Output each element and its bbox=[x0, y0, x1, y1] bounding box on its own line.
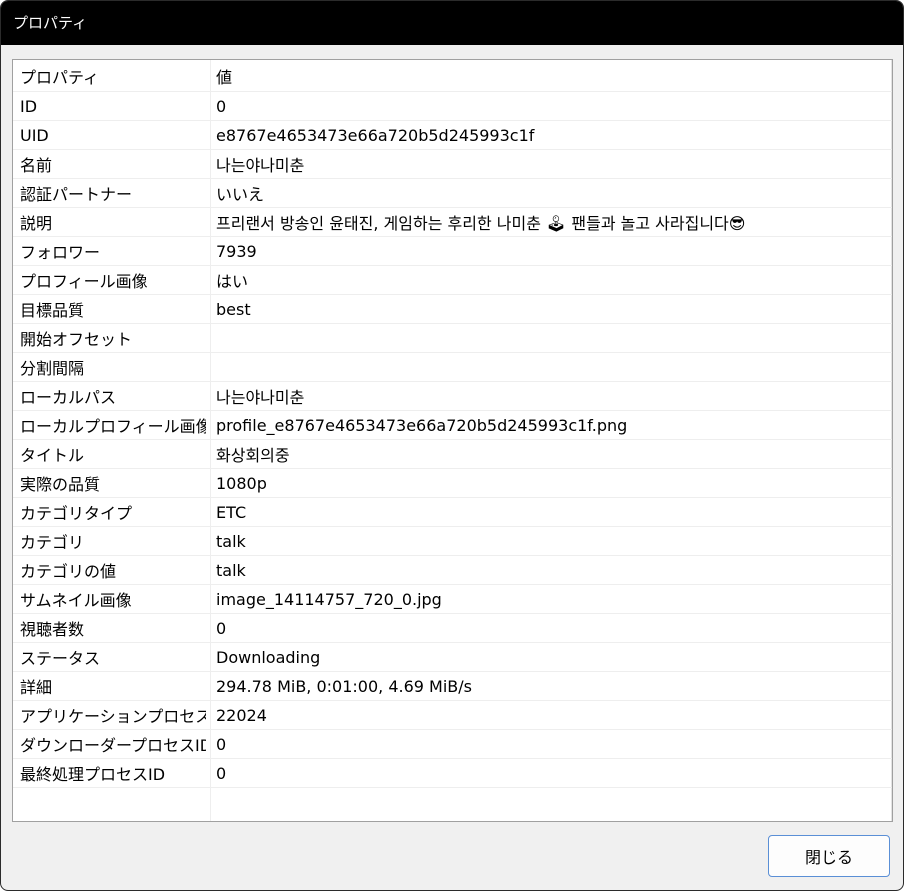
table-row[interactable]: カテゴリの値 talk bbox=[13, 556, 892, 585]
property-value: 7939 bbox=[216, 241, 257, 261]
table-row[interactable]: ID 0 bbox=[13, 92, 892, 121]
property-value: 화상회의중 bbox=[216, 446, 290, 465]
table-row[interactable]: 認証パートナー いいえ bbox=[13, 179, 892, 208]
table-row[interactable]: 説明 프리랜서 방송인 윤태진, 게임하는 후리한 나미춘 🕹 팬들과 놀고 사라… bbox=[13, 208, 892, 237]
property-name: 認証パートナー bbox=[20, 185, 133, 204]
property-name: 最終処理プロセスID bbox=[20, 765, 166, 784]
property-name: カテゴリの値 bbox=[20, 562, 117, 581]
property-value: 1080p bbox=[216, 473, 267, 493]
title-bar[interactable]: プロパティ bbox=[1, 1, 903, 45]
table-row[interactable]: タイトル 화상회의중 bbox=[13, 440, 892, 469]
property-name: 実際の品質 bbox=[20, 475, 101, 494]
property-name: サムネイル画像 bbox=[20, 591, 132, 610]
property-name: カテゴリ bbox=[20, 533, 85, 552]
table-row[interactable]: 名前 나는야나미춘 bbox=[13, 150, 892, 179]
property-name: ID bbox=[20, 96, 38, 116]
table-row[interactable]: 目標品質 best bbox=[13, 295, 892, 324]
table-row[interactable]: プロフィール画像 はい bbox=[13, 266, 892, 295]
property-value: 0 bbox=[216, 96, 227, 116]
property-name: 分割間隔 bbox=[20, 359, 85, 378]
property-value: profile_e8767e4653473e66a720b5d245993c1f… bbox=[216, 415, 628, 435]
property-value: 나는야나미춘 bbox=[216, 388, 305, 407]
table-row[interactable]: アプリケーションプロセスID 22024 bbox=[13, 701, 892, 730]
property-value: 프리랜서 방송인 윤태진, 게임하는 후리한 나미춘 🕹 팬들과 놀고 사라집니… bbox=[216, 214, 746, 233]
table-row[interactable]: ローカルパス 나는야나미춘 bbox=[13, 382, 892, 411]
property-value: いいえ bbox=[216, 185, 265, 204]
close-button[interactable]: 閉じる bbox=[768, 835, 890, 877]
property-name: 視聴者数 bbox=[20, 620, 85, 639]
property-value: image_14114757_720_0.jpg bbox=[216, 589, 442, 609]
table-row[interactable]: 開始オフセット bbox=[13, 324, 892, 353]
property-value: ETC bbox=[216, 502, 247, 522]
table-row[interactable]: UID e8767e4653473e66a720b5d245993c1f bbox=[13, 121, 892, 150]
property-name: UID bbox=[20, 125, 49, 145]
property-name: カテゴリタイプ bbox=[20, 504, 133, 523]
window-title: プロパティ bbox=[13, 14, 88, 32]
property-name: ローカルパス bbox=[20, 388, 117, 407]
property-value bbox=[216, 324, 886, 352]
properties-dialog: プロパティ プロパティ 値 ID 0 UID e8767e4653473e66a720… bbox=[0, 0, 904, 891]
property-value: はい bbox=[216, 272, 249, 291]
table-row[interactable]: 分割間隔 bbox=[13, 353, 892, 382]
table-row[interactable]: 最終処理プロセスID 0 bbox=[13, 759, 892, 788]
property-name: ダウンローダープロセスID bbox=[20, 736, 206, 755]
property-name: プロフィール画像 bbox=[20, 272, 148, 291]
property-name: タイトル bbox=[20, 446, 85, 465]
properties-grid[interactable]: プロパティ 値 ID 0 UID e8767e4653473e66a720b5d245… bbox=[12, 59, 893, 822]
property-value: 0 bbox=[216, 618, 227, 638]
property-name: 説明 bbox=[20, 214, 53, 233]
property-name: 詳細 bbox=[20, 678, 53, 697]
property-name: フォロワー bbox=[20, 243, 101, 262]
property-value: 0 bbox=[216, 734, 227, 754]
grid-header: プロパティ 値 bbox=[13, 60, 892, 92]
property-value: best bbox=[216, 299, 251, 319]
property-value: talk bbox=[216, 560, 246, 580]
grid-rows: ID 0 UID e8767e4653473e66a720b5d245993c1f 名前… bbox=[13, 92, 892, 788]
property-value: 나는야나미춘 bbox=[216, 156, 305, 175]
column-header-property[interactable]: プロパティ bbox=[20, 60, 206, 91]
property-value: 294.78 MiB, 0:01:00, 4.69 MiB/s bbox=[216, 676, 472, 696]
column-header-value[interactable]: 値 bbox=[216, 60, 886, 91]
property-name: 目標品質 bbox=[20, 301, 85, 320]
table-row[interactable]: 実際の品質 1080p bbox=[13, 469, 892, 498]
property-value: e8767e4653473e66a720b5d245993c1f bbox=[216, 125, 535, 145]
property-name: アプリケーションプロセスID bbox=[20, 707, 206, 726]
table-row[interactable]: 視聴者数 0 bbox=[13, 614, 892, 643]
property-name: ステータス bbox=[20, 649, 101, 668]
property-value: Downloading bbox=[216, 647, 321, 667]
property-value: 22024 bbox=[216, 705, 267, 725]
table-row[interactable]: ダウンローダープロセスID 0 bbox=[13, 730, 892, 759]
property-name: 開始オフセット bbox=[20, 330, 133, 349]
property-name: 名前 bbox=[20, 156, 53, 175]
property-value: talk bbox=[216, 531, 246, 551]
table-row[interactable]: フォロワー 7939 bbox=[13, 237, 892, 266]
table-row[interactable]: 詳細 294.78 MiB, 0:01:00, 4.69 MiB/s bbox=[13, 672, 892, 701]
table-row[interactable]: サムネイル画像 image_14114757_720_0.jpg bbox=[13, 585, 892, 614]
property-value: 0 bbox=[216, 763, 227, 783]
property-value bbox=[216, 353, 886, 381]
table-row[interactable]: ローカルプロフィール画像 profile_e8767e4653473e66a720… bbox=[13, 411, 892, 440]
table-row[interactable]: カテゴリタイプ ETC bbox=[13, 498, 892, 527]
property-name: ローカルプロフィール画像 bbox=[20, 417, 206, 436]
table-row[interactable]: カテゴリ talk bbox=[13, 527, 892, 556]
table-row[interactable]: ステータス Downloading bbox=[13, 643, 892, 672]
